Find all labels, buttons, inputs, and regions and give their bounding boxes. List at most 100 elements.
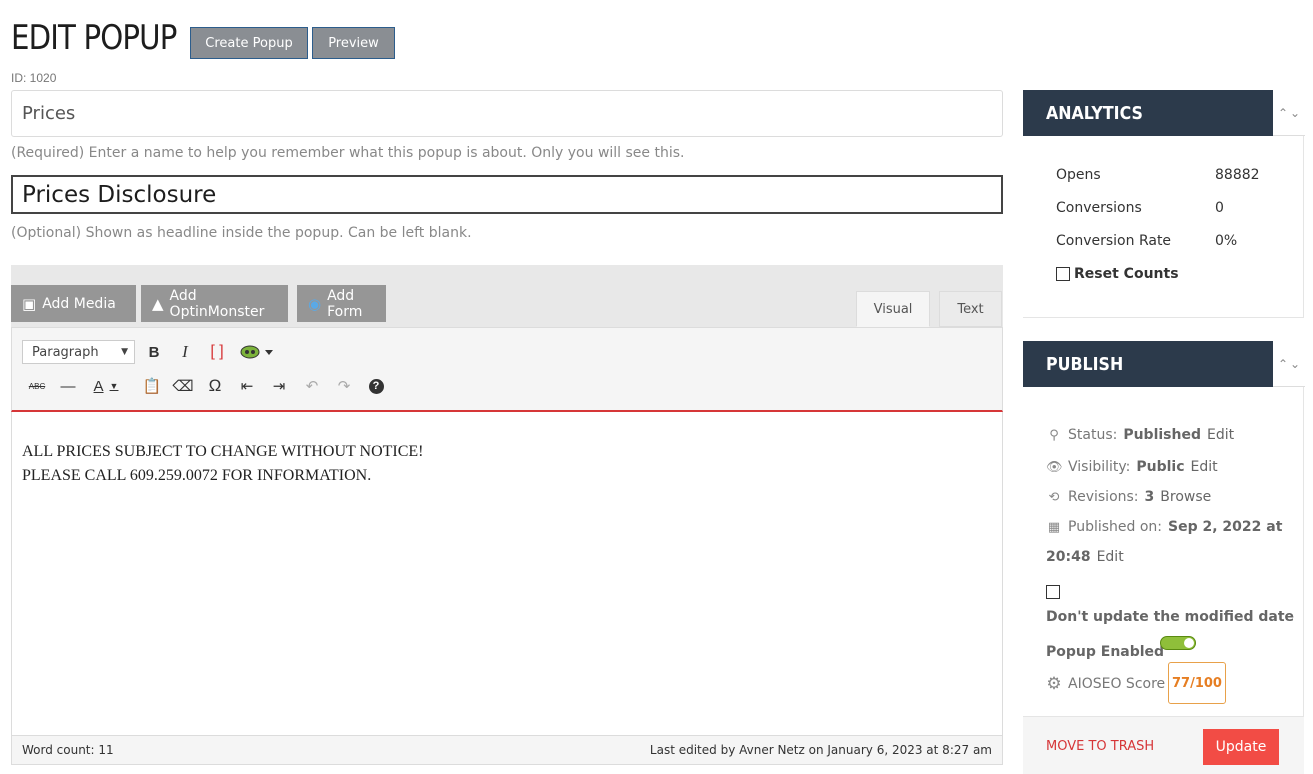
reset-counts-label: Reset Counts (1074, 266, 1179, 282)
modified-label-row: Don't update the modified date (1046, 609, 1294, 625)
aioseo-icon: ⚙ (1046, 674, 1062, 694)
add-media-button[interactable]: ▣ Add Media (11, 285, 136, 322)
revisions-row: ⟲ Revisions: 3 Browse (1046, 489, 1212, 505)
redo-icon[interactable]: ↷ (333, 375, 355, 397)
analytics-panel: Opens 88882 Conversions 0 Conversion Rat… (1023, 136, 1304, 318)
opens-value: 88882 (1215, 167, 1260, 183)
add-optinmonster-button[interactable]: ▲ Add OptinMonster (141, 285, 288, 322)
help-icon[interactable]: ? (365, 375, 387, 397)
aioseo-label: AIOSEO Score (1068, 676, 1166, 692)
visibility-edit-link[interactable]: Edit (1191, 459, 1218, 475)
special-character-icon[interactable]: Ω (204, 375, 226, 397)
word-count: Word count: 11 (22, 743, 114, 757)
reset-counts: Reset Counts (1056, 266, 1179, 282)
page-title: EDIT POPUP (11, 18, 177, 58)
publish-footer: MOVE TO TRASH Update (1023, 716, 1304, 774)
create-popup-button[interactable]: Create Popup (190, 27, 308, 59)
chevron-up-icon[interactable]: ⌃ (1278, 106, 1288, 120)
undo-icon[interactable]: ↶ (301, 375, 323, 397)
indent-icon[interactable]: ⇥ (268, 375, 290, 397)
browse-link[interactable]: Browse (1160, 489, 1211, 505)
italic-icon[interactable]: I (174, 341, 196, 363)
optinmonster-icon[interactable] (240, 341, 274, 363)
visibility-value: Public (1136, 459, 1185, 475)
published-label: Published on: (1068, 519, 1163, 535)
add-form-button[interactable]: ◉ Add Form (297, 285, 386, 322)
bold-icon[interactable]: B (143, 341, 165, 363)
outdent-icon[interactable]: ⇤ (236, 375, 258, 397)
modified-date-label: Don't update the modified date (1046, 609, 1295, 625)
popup-enabled-toggle[interactable] (1160, 636, 1196, 650)
format-select-value: Paragraph (32, 344, 99, 360)
calendar-icon: ▦ (1047, 519, 1061, 535)
status-row: ⚲ Status: Published Edit (1046, 427, 1234, 443)
clear-formatting-icon[interactable]: ⌫ (172, 375, 194, 397)
headline-input[interactable]: Prices Disclosure (11, 175, 1003, 214)
revisions-label: Revisions: (1068, 489, 1139, 505)
add-media-label: Add Media (42, 295, 116, 312)
chevron-down-icon: ▼ (121, 347, 128, 357)
media-icon: ▣ (22, 294, 37, 313)
chevron-down-icon[interactable]: ⌄ (1290, 106, 1300, 120)
popup-enabled-label: Popup Enabled (1046, 644, 1165, 660)
toggle-knob (1184, 638, 1194, 648)
editor-status-bar: Word count: 11 Last edited by Avner Netz… (11, 735, 1003, 765)
revisions-value: 3 (1144, 489, 1155, 505)
chevron-up-icon[interactable]: ⌃ (1278, 357, 1288, 371)
strikethrough-icon[interactable]: ABC (26, 375, 48, 397)
text-color-icon[interactable]: A ▼ (89, 375, 123, 397)
tab-text[interactable]: Text (939, 291, 1002, 327)
analytics-toggle[interactable]: ⌃ ⌄ (1273, 90, 1305, 136)
content-line: ALL PRICES SUBJECT TO CHANGE WITHOUT NOT… (22, 443, 424, 460)
conversions-value: 0 (1215, 200, 1224, 216)
paste-text-icon[interactable]: 📋 (141, 375, 163, 397)
status-label: Status: (1068, 427, 1118, 443)
update-button[interactable]: Update (1203, 729, 1279, 765)
modified-date-checkbox[interactable] (1046, 585, 1060, 599)
preview-button[interactable]: Preview (312, 27, 395, 59)
publish-toggle[interactable]: ⌃ ⌄ (1273, 341, 1305, 387)
shortcode-icon[interactable]: [ ] (206, 341, 228, 363)
publish-panel: ⚲ Status: Published Edit 👁 Visibility: P… (1023, 387, 1304, 716)
headline-hint: (Optional) Shown as headline inside the … (11, 225, 472, 241)
aioseo-score[interactable]: 77/100 (1168, 662, 1226, 704)
optinmonster-icon: ▲ (152, 294, 164, 313)
post-id: ID: 1020 (11, 71, 57, 85)
published-edit-link[interactable]: Edit (1097, 549, 1124, 565)
pin-icon: ⚲ (1049, 427, 1059, 443)
reset-counts-checkbox[interactable] (1056, 267, 1070, 281)
history-icon: ⟲ (1048, 489, 1060, 505)
status-value: Published (1123, 427, 1201, 443)
chevron-down-icon[interactable]: ⌄ (1290, 357, 1300, 371)
published-time: 20:48 (1046, 549, 1091, 565)
eye-icon: 👁 (1046, 459, 1063, 475)
editor-toolbar: Paragraph ▼ B I [ ] ABC — A ▼ 📋 ⌫ Ω ⇤ ⇥ … (11, 327, 1003, 412)
editor-content[interactable]: ALL PRICES SUBJECT TO CHANGE WITHOUT NOT… (11, 412, 1003, 735)
analytics-header: ANALYTICS (1023, 90, 1273, 136)
conversion-rate-value: 0% (1215, 233, 1238, 249)
format-select[interactable]: Paragraph ▼ (22, 340, 135, 364)
conversion-rate-label: Conversion Rate (1056, 233, 1172, 249)
content-line: PLEASE CALL 609.259.0072 FOR INFORMATION… (22, 467, 372, 484)
published-time-row: 20:48 Edit (1046, 549, 1124, 565)
add-form-label: Add Form (327, 287, 363, 320)
publish-header: PUBLISH (1023, 341, 1273, 387)
form-icon: ◉ (308, 294, 322, 313)
popup-name-input[interactable]: Prices (11, 90, 1003, 137)
visibility-row: 👁 Visibility: Public Edit (1046, 459, 1218, 475)
aioseo-row: ⚙ AIOSEO Score (1046, 674, 1165, 694)
last-edited: Last edited by Avner Netz on January 6, … (649, 743, 992, 757)
published-date: Sep 2, 2022 at (1168, 519, 1283, 535)
visibility-label: Visibility: (1068, 459, 1131, 475)
published-row: ▦ Published on: Sep 2, 2022 at (1046, 519, 1283, 535)
status-edit-link[interactable]: Edit (1207, 427, 1234, 443)
horizontal-line-icon[interactable]: — (57, 375, 79, 397)
modified-checkbox-row (1046, 585, 1060, 599)
add-optinmonster-label: Add OptinMonster (169, 287, 265, 320)
opens-label: Opens (1056, 167, 1101, 183)
conversions-label: Conversions (1056, 200, 1142, 216)
move-to-trash-link[interactable]: MOVE TO TRASH (1046, 739, 1154, 754)
analytics-title: ANALYTICS (1046, 102, 1143, 124)
tab-visual[interactable]: Visual (856, 291, 930, 327)
editor: ▣ Add Media ▲ Add OptinMonster ◉ Add For… (11, 265, 1003, 765)
